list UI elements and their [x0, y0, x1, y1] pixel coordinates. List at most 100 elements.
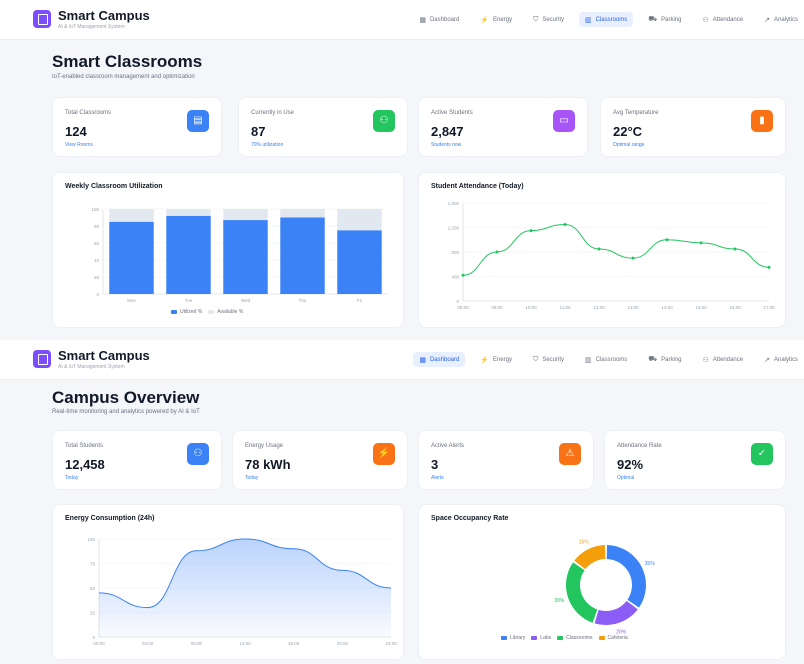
nav-label: Dashboard [429, 356, 460, 363]
x-tick-label: 14:00 [661, 305, 673, 310]
stat-label: Active Alerts [431, 443, 465, 449]
data-point [665, 238, 669, 242]
x-tick-label: 08:00 [457, 305, 469, 310]
stat-card-total-classrooms[interactable]: Total Classrooms 124 View Rooms ▤ [52, 97, 222, 157]
bar-available [109, 209, 154, 222]
bar-available [337, 209, 382, 231]
nav-classrooms[interactable]: ▥ Classrooms [579, 12, 634, 27]
x-tick-label: Tue [185, 298, 193, 303]
brand-subtitle: AI & IoT Management System [58, 364, 125, 370]
stat-value: 12,458 [65, 457, 105, 472]
donut-slice-labs [594, 600, 638, 625]
nav-dashboard[interactable]: ▦ Dashboard [413, 12, 465, 27]
legend-item-labs[interactable]: Labs [531, 635, 551, 641]
app-logo-icon[interactable] [33, 350, 51, 368]
nav-attendance[interactable]: ⚇ Attendance [696, 352, 749, 367]
legend-label: Cafeteria [607, 635, 628, 641]
stat-card-active-alerts[interactable]: Active Alerts 3 Alerts ⚠ [418, 430, 594, 490]
legend-item-library[interactable]: Library [501, 635, 525, 641]
bar-available [166, 209, 211, 216]
y-tick-label: 100 [87, 537, 95, 542]
data-point [631, 256, 635, 260]
nav-analytics[interactable]: ↗ Analytics [758, 352, 804, 367]
stat-card-attendance-rate[interactable]: Attendance Rate 92% Optimal ✓ [604, 430, 786, 490]
y-tick-label: 1,200 [448, 226, 460, 231]
legend-item-classrooms[interactable]: Classrooms [557, 635, 593, 641]
nav-parking[interactable]: ⛟ Parking [642, 352, 687, 367]
donut-slice-cafeteria [574, 545, 606, 570]
top-navbar: Smart Campus AI & IoT Management System … [0, 0, 804, 40]
overview-screen: Smart Campus AI & IoT Management System … [0, 340, 804, 664]
bar-utilized [166, 215, 211, 294]
stat-value: 22°C [613, 124, 643, 139]
classroom-icon: ▤ [187, 110, 209, 132]
people-icon: ⚇ [373, 110, 395, 132]
brand-subtitle: AI & IoT Management System [58, 24, 125, 30]
legend-item-cafeteria[interactable]: Cafeteria [598, 635, 628, 641]
stat-note: Students now [431, 142, 462, 148]
y-tick-label: 100 [91, 207, 99, 212]
x-tick-label: 08:00 [191, 641, 203, 646]
x-tick-label: 12:00 [239, 641, 251, 646]
nav-label: Security [542, 16, 564, 23]
alert-icon: ⚠ [559, 443, 581, 465]
legend-label: Labs [540, 635, 552, 641]
stat-value: 92% [617, 457, 644, 472]
nav-label: Attendance [712, 16, 744, 23]
stat-card-total-students[interactable]: Total Students 12,458 Today ⚇ [52, 430, 222, 490]
legend-swatch [557, 636, 564, 640]
stat-value: 87 [251, 124, 266, 139]
nav-label: Security [542, 356, 564, 363]
stat-note: Alerts [431, 475, 444, 481]
nav-dashboard[interactable]: ▦ Dashboard [413, 352, 466, 367]
data-point [699, 241, 703, 245]
app-logo-icon[interactable] [33, 10, 51, 28]
bar-utilized [280, 217, 325, 294]
dashboard-icon: ▦ [419, 16, 426, 24]
bar-utilized [223, 220, 268, 294]
data-point [597, 247, 601, 251]
legend-item-available[interactable]: Available % [208, 309, 243, 315]
legend-label: Utilized % [180, 309, 203, 315]
energy-area-chart: 0 25 50 75 100 00:00 04:00 08:00 12:00 16:00 20:00… [87, 537, 397, 646]
stat-card-avg-temperature[interactable]: Avg Temperature 22°C Optimal range ▮ [600, 97, 786, 157]
utilization-bar-chart: 0 20 40 60 80 100 Mon Tue Wed Thu Fri [91, 207, 388, 303]
car-icon: ⛟ [648, 16, 658, 23]
nav-security[interactable]: ⛉ Security [527, 12, 570, 27]
legend-swatch [208, 310, 215, 314]
data-point [563, 222, 567, 226]
nav-energy[interactable]: ⚡ Energy [474, 352, 518, 367]
stat-label: Attendance Rate [617, 443, 662, 449]
nav-security[interactable]: ⛉ Security [527, 352, 570, 367]
legend-item-utilized[interactable]: Utilized % [171, 309, 202, 315]
thermometer-icon: ▮ [751, 110, 773, 132]
trend-icon: ↗ [764, 356, 770, 364]
nav-analytics[interactable]: ↗ Analytics [758, 12, 804, 27]
page-subtitle: IoT-enabled classroom management and opt… [52, 74, 195, 80]
nav-energy[interactable]: ⚡ Energy [474, 12, 518, 27]
x-tick-label: Fri [357, 298, 362, 303]
stat-card-in-use[interactable]: Currently in Use 87 70% utilization ⚇ [238, 97, 408, 157]
nav-label: Analytics [773, 16, 798, 23]
y-tick-label: 25 [90, 611, 96, 616]
main-nav: ▦ Dashboard ⚡ Energy ⛉ Security ▥ Classrooms… [413, 12, 804, 27]
stat-note: Optimal range [613, 142, 645, 148]
chart-legend: Library Labs Classrooms Cafeteria [501, 635, 628, 641]
check-icon: ✓ [751, 443, 773, 465]
stat-label: Total Classrooms [65, 110, 112, 116]
energy-icon: ⚡ [480, 16, 490, 24]
attendance-line-chart: 0 400 800 1,200 1,600 08:00 09:00 10:00 11:00 12:… [448, 201, 775, 310]
x-tick-label: 13:00 [627, 305, 639, 310]
x-tick-label: 11:00 [560, 305, 571, 310]
student-attendance-card: Student Attendance (Today) 0 400 800 1,200 1… [418, 172, 786, 328]
nav-attendance[interactable]: ⚇ Attendance [696, 12, 749, 27]
nav-label: Energy [493, 16, 513, 23]
stat-card-active-students[interactable]: Active Students 2,847 Students now ▭ [418, 97, 588, 157]
classroom-icon: ▥ [585, 16, 592, 24]
nav-classrooms[interactable]: ▥ Classrooms [579, 352, 633, 367]
stat-card-energy-usage[interactable]: Energy Usage 78 kWh Today ⚡ [232, 430, 408, 490]
slice-value-label: 15% [579, 539, 590, 545]
stat-value: 2,847 [431, 124, 464, 139]
nav-parking[interactable]: ⛟ Parking [642, 12, 687, 27]
y-tick-label: 800 [451, 250, 459, 255]
